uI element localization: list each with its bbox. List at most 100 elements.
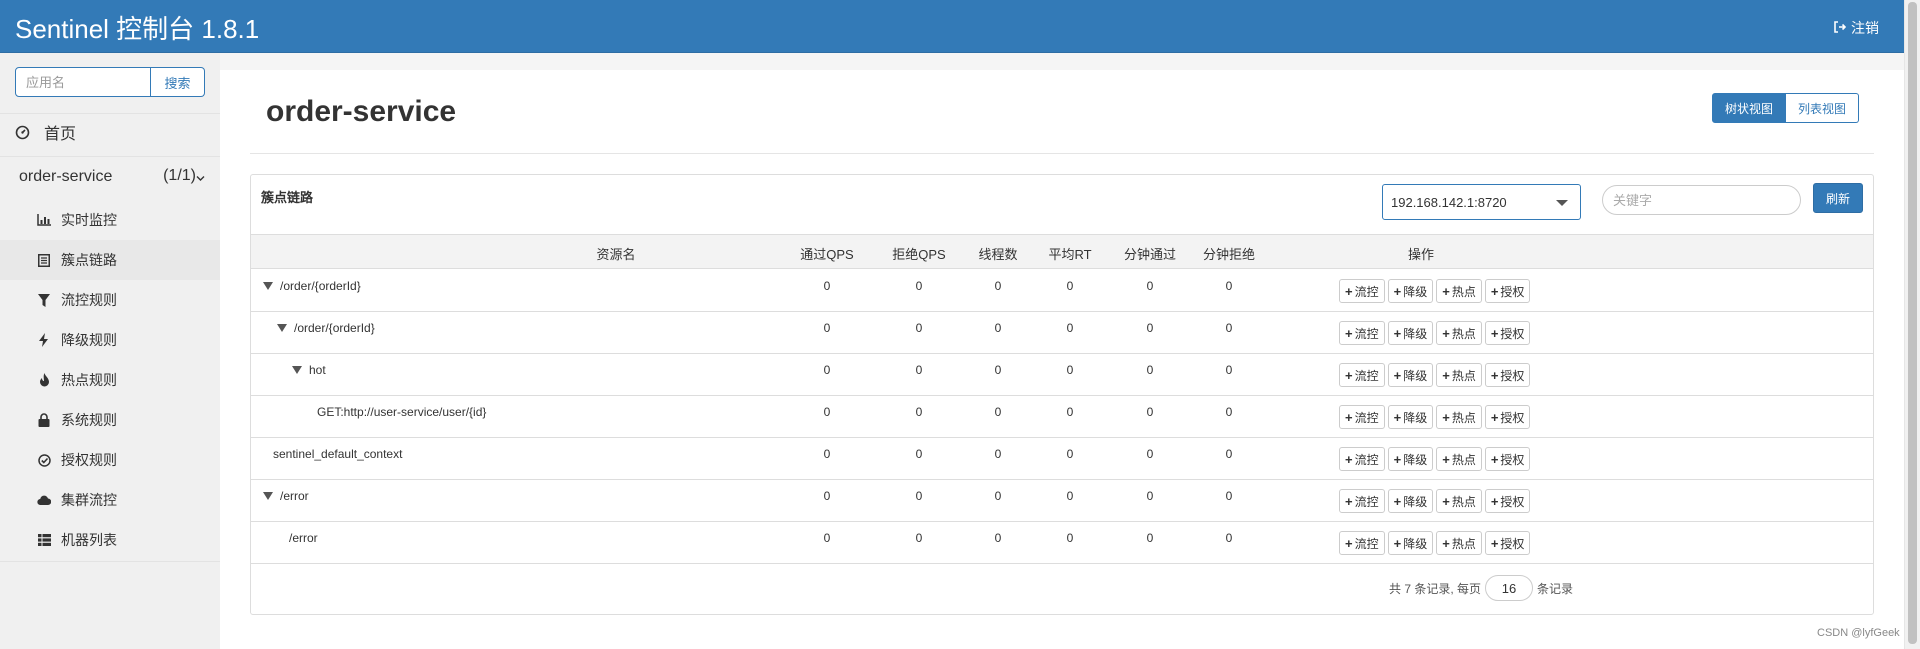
action-label: 热点 xyxy=(1451,284,1476,299)
action-label: 流控 xyxy=(1354,410,1379,425)
action-label: 授权 xyxy=(1500,452,1525,467)
app-search: 搜索 xyxy=(15,67,205,97)
metric-cell: 0 xyxy=(1146,405,1154,419)
metric-cell: 0 xyxy=(994,363,1002,377)
degrade-rule-button[interactable]: + 降级 xyxy=(1387,405,1434,429)
logout-link[interactable]: 注销 xyxy=(1833,18,1879,38)
dashboard-icon xyxy=(15,125,30,140)
resource-name[interactable]: hot xyxy=(292,363,326,377)
flow-rule-button[interactable]: + 流控 xyxy=(1339,489,1385,513)
sidebar-item-flow-rules[interactable]: 流控规则 xyxy=(0,280,220,320)
plus-icon: + xyxy=(1393,409,1402,425)
sidebar-item-hotspot-rules[interactable]: 热点规则 xyxy=(0,360,220,400)
table-row: /error 0 0 0 0 0 0 + 流控 + 降级 + 热点 + 授权 xyxy=(251,480,1873,522)
authority-rule-button[interactable]: + 授权 xyxy=(1484,321,1531,345)
flow-rule-button[interactable]: + 流控 xyxy=(1339,531,1385,555)
metric-cell: 0 xyxy=(915,279,923,293)
metric-cell: 0 xyxy=(823,489,831,503)
keyword-input[interactable] xyxy=(1602,185,1801,215)
sidebar-item-authority-rules[interactable]: 授权规则 xyxy=(0,440,220,480)
app-title[interactable]: Sentinel 控制台 1.8.1 xyxy=(15,9,259,46)
app-search-input[interactable] xyxy=(15,67,151,97)
flow-rule-button[interactable]: + 流控 xyxy=(1339,363,1385,387)
authority-rule-button[interactable]: + 授权 xyxy=(1484,489,1531,513)
flow-rule-button[interactable]: + 流控 xyxy=(1339,279,1385,303)
sidebar-item-label: 簇点链路 xyxy=(61,252,117,268)
app-entry-order-service[interactable]: order-service (1/1) xyxy=(0,157,220,197)
authority-rule-button[interactable]: + 授权 xyxy=(1484,447,1531,471)
flow-rule-button[interactable]: + 流控 xyxy=(1339,405,1385,429)
action-label: 热点 xyxy=(1451,536,1476,551)
metric-cell: 0 xyxy=(823,405,831,419)
hotspot-rule-button[interactable]: + 热点 xyxy=(1436,489,1482,513)
row-actions: + 流控 + 降级 + 热点 + 授权 xyxy=(1339,447,1531,471)
resource-name[interactable]: /order/{orderId} xyxy=(263,279,361,293)
authority-rule-button[interactable]: + 授权 xyxy=(1484,531,1531,555)
metric-cell: 0 xyxy=(823,531,831,545)
hotspot-rule-button[interactable]: + 热点 xyxy=(1436,279,1482,303)
cloud-icon xyxy=(37,493,51,507)
sidebar-item-cluster-flow[interactable]: 集群流控 xyxy=(0,480,220,520)
resource-name[interactable]: /error xyxy=(263,489,309,503)
plus-icon: + xyxy=(1490,535,1499,551)
page-size-input[interactable] xyxy=(1485,575,1534,601)
hotspot-rule-button[interactable]: + 热点 xyxy=(1436,321,1482,345)
sidebar-item-system-rules[interactable]: 系统规则 xyxy=(0,400,220,440)
authority-rule-button[interactable]: + 授权 xyxy=(1484,279,1531,303)
list-view-button[interactable]: 列表视图 xyxy=(1786,93,1860,123)
degrade-rule-button[interactable]: + 降级 xyxy=(1387,447,1434,471)
hotspot-rule-button[interactable]: + 热点 xyxy=(1436,405,1482,429)
scrollbar-thumb[interactable] xyxy=(1908,2,1917,644)
degrade-rule-button[interactable]: + 降级 xyxy=(1387,363,1434,387)
degrade-rule-button[interactable]: + 降级 xyxy=(1387,489,1434,513)
bar-chart-icon xyxy=(37,213,51,227)
degrade-rule-button[interactable]: + 降级 xyxy=(1387,279,1434,303)
degrade-rule-button[interactable]: + 降级 xyxy=(1387,321,1434,345)
flow-rule-button[interactable]: + 流控 xyxy=(1339,447,1385,471)
page-scrollbar[interactable] xyxy=(1904,0,1920,649)
action-label: 降级 xyxy=(1403,410,1428,425)
sidebar-item-machine-list[interactable]: 机器列表 xyxy=(0,520,220,560)
table-row: hot 0 0 0 0 0 0 + 流控 + 降级 + 热点 + 授权 xyxy=(251,354,1873,396)
sidebar-item-degrade-rules[interactable]: 降级规则 xyxy=(0,320,220,360)
tree-view-button[interactable]: 树状视图 xyxy=(1712,93,1787,123)
hotspot-rule-button[interactable]: + 热点 xyxy=(1436,363,1482,387)
machine-select[interactable]: 192.168.142.1:8720 xyxy=(1382,184,1581,220)
filter-icon xyxy=(37,293,51,307)
metric-cell: 0 xyxy=(915,489,923,503)
metric-cell: 0 xyxy=(1225,321,1233,335)
caret-down-icon[interactable] xyxy=(277,324,287,332)
refresh-button[interactable]: 刷新 xyxy=(1813,183,1863,213)
authority-rule-button[interactable]: + 授权 xyxy=(1484,363,1531,387)
metric-cell: 0 xyxy=(823,363,831,377)
row-actions: + 流控 + 降级 + 热点 + 授权 xyxy=(1339,279,1531,303)
plus-icon: + xyxy=(1442,535,1450,551)
search-button[interactable]: 搜索 xyxy=(151,67,205,97)
resource-name[interactable]: /order/{orderId} xyxy=(277,321,375,335)
degrade-rule-button[interactable]: + 降级 xyxy=(1387,531,1434,555)
plus-icon: + xyxy=(1345,325,1353,341)
caret-down-icon[interactable] xyxy=(263,492,273,500)
main-content: order-service 树状视图 列表视图 簇点链路 192.168.142… xyxy=(220,70,1904,649)
row-actions: + 流控 + 降级 + 热点 + 授权 xyxy=(1339,363,1531,387)
plus-icon: + xyxy=(1345,283,1353,299)
column-header: 通过QPS xyxy=(800,247,854,262)
nav-home[interactable]: 首页 xyxy=(0,113,220,151)
hotspot-rule-button[interactable]: + 热点 xyxy=(1436,531,1482,555)
sidebar-item-realtime-monitor[interactable]: 实时监控 xyxy=(0,200,220,240)
caret-down-icon[interactable] xyxy=(263,282,273,290)
plus-icon: + xyxy=(1393,283,1402,299)
check-circle-icon xyxy=(37,453,51,467)
action-label: 热点 xyxy=(1451,410,1476,425)
metric-cell: 0 xyxy=(1066,405,1074,419)
action-label: 流控 xyxy=(1354,494,1379,509)
plus-icon: + xyxy=(1442,451,1450,467)
chevron-down-icon xyxy=(196,169,205,187)
hotspot-rule-button[interactable]: + 热点 xyxy=(1436,447,1482,471)
sidebar-item-cluster-point-link[interactable]: 簇点链路 xyxy=(0,240,220,280)
action-label: 热点 xyxy=(1451,368,1476,383)
flow-rule-button[interactable]: + 流控 xyxy=(1339,321,1385,345)
divider xyxy=(0,561,220,562)
caret-down-icon[interactable] xyxy=(292,366,302,374)
authority-rule-button[interactable]: + 授权 xyxy=(1484,405,1531,429)
